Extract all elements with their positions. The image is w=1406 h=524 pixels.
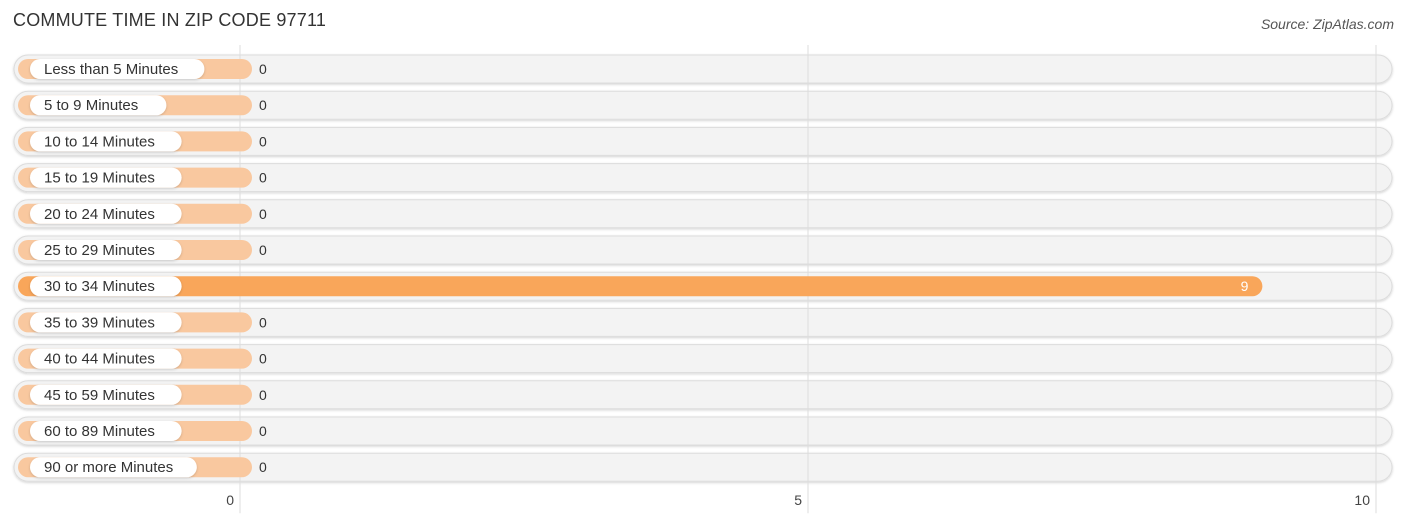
category-label: 15 to 19 Minutes — [44, 170, 155, 187]
category-label: 90 or more Minutes — [44, 459, 173, 476]
value-label: 0 — [259, 170, 267, 186]
value-label: 0 — [259, 351, 267, 367]
value-label: 0 — [259, 133, 267, 149]
category-label: 40 to 44 Minutes — [44, 351, 155, 368]
value-label: 0 — [259, 97, 267, 113]
category-label: 35 to 39 Minutes — [44, 314, 155, 331]
x-tick-label: 0 — [226, 492, 234, 508]
category-label: 25 to 29 Minutes — [44, 242, 155, 259]
category-label: 30 to 34 Minutes — [44, 278, 155, 295]
value-label: 0 — [259, 206, 267, 222]
category-label: 45 to 59 Minutes — [44, 387, 155, 404]
category-label: 20 to 24 Minutes — [44, 206, 155, 223]
value-label: 0 — [259, 459, 267, 475]
category-label: 10 to 14 Minutes — [44, 133, 155, 150]
value-label: 9 — [1241, 278, 1249, 294]
category-label: Less than 5 Minutes — [44, 61, 178, 78]
value-label: 0 — [259, 242, 267, 258]
value-label: 0 — [259, 423, 267, 439]
bar — [18, 276, 1263, 297]
bar-chart: Less than 5 Minutes 0 5 to 9 Minutes 0 10 to… — [13, 45, 1393, 514]
value-label: 0 — [259, 61, 267, 77]
value-label: 0 — [259, 387, 267, 403]
category-label: 60 to 89 Minutes — [44, 423, 155, 440]
value-label: 0 — [259, 314, 267, 330]
category-label: 5 to 9 Minutes — [44, 97, 138, 114]
x-tick-label: 5 — [794, 492, 802, 508]
x-tick-label: 10 — [1354, 492, 1370, 508]
